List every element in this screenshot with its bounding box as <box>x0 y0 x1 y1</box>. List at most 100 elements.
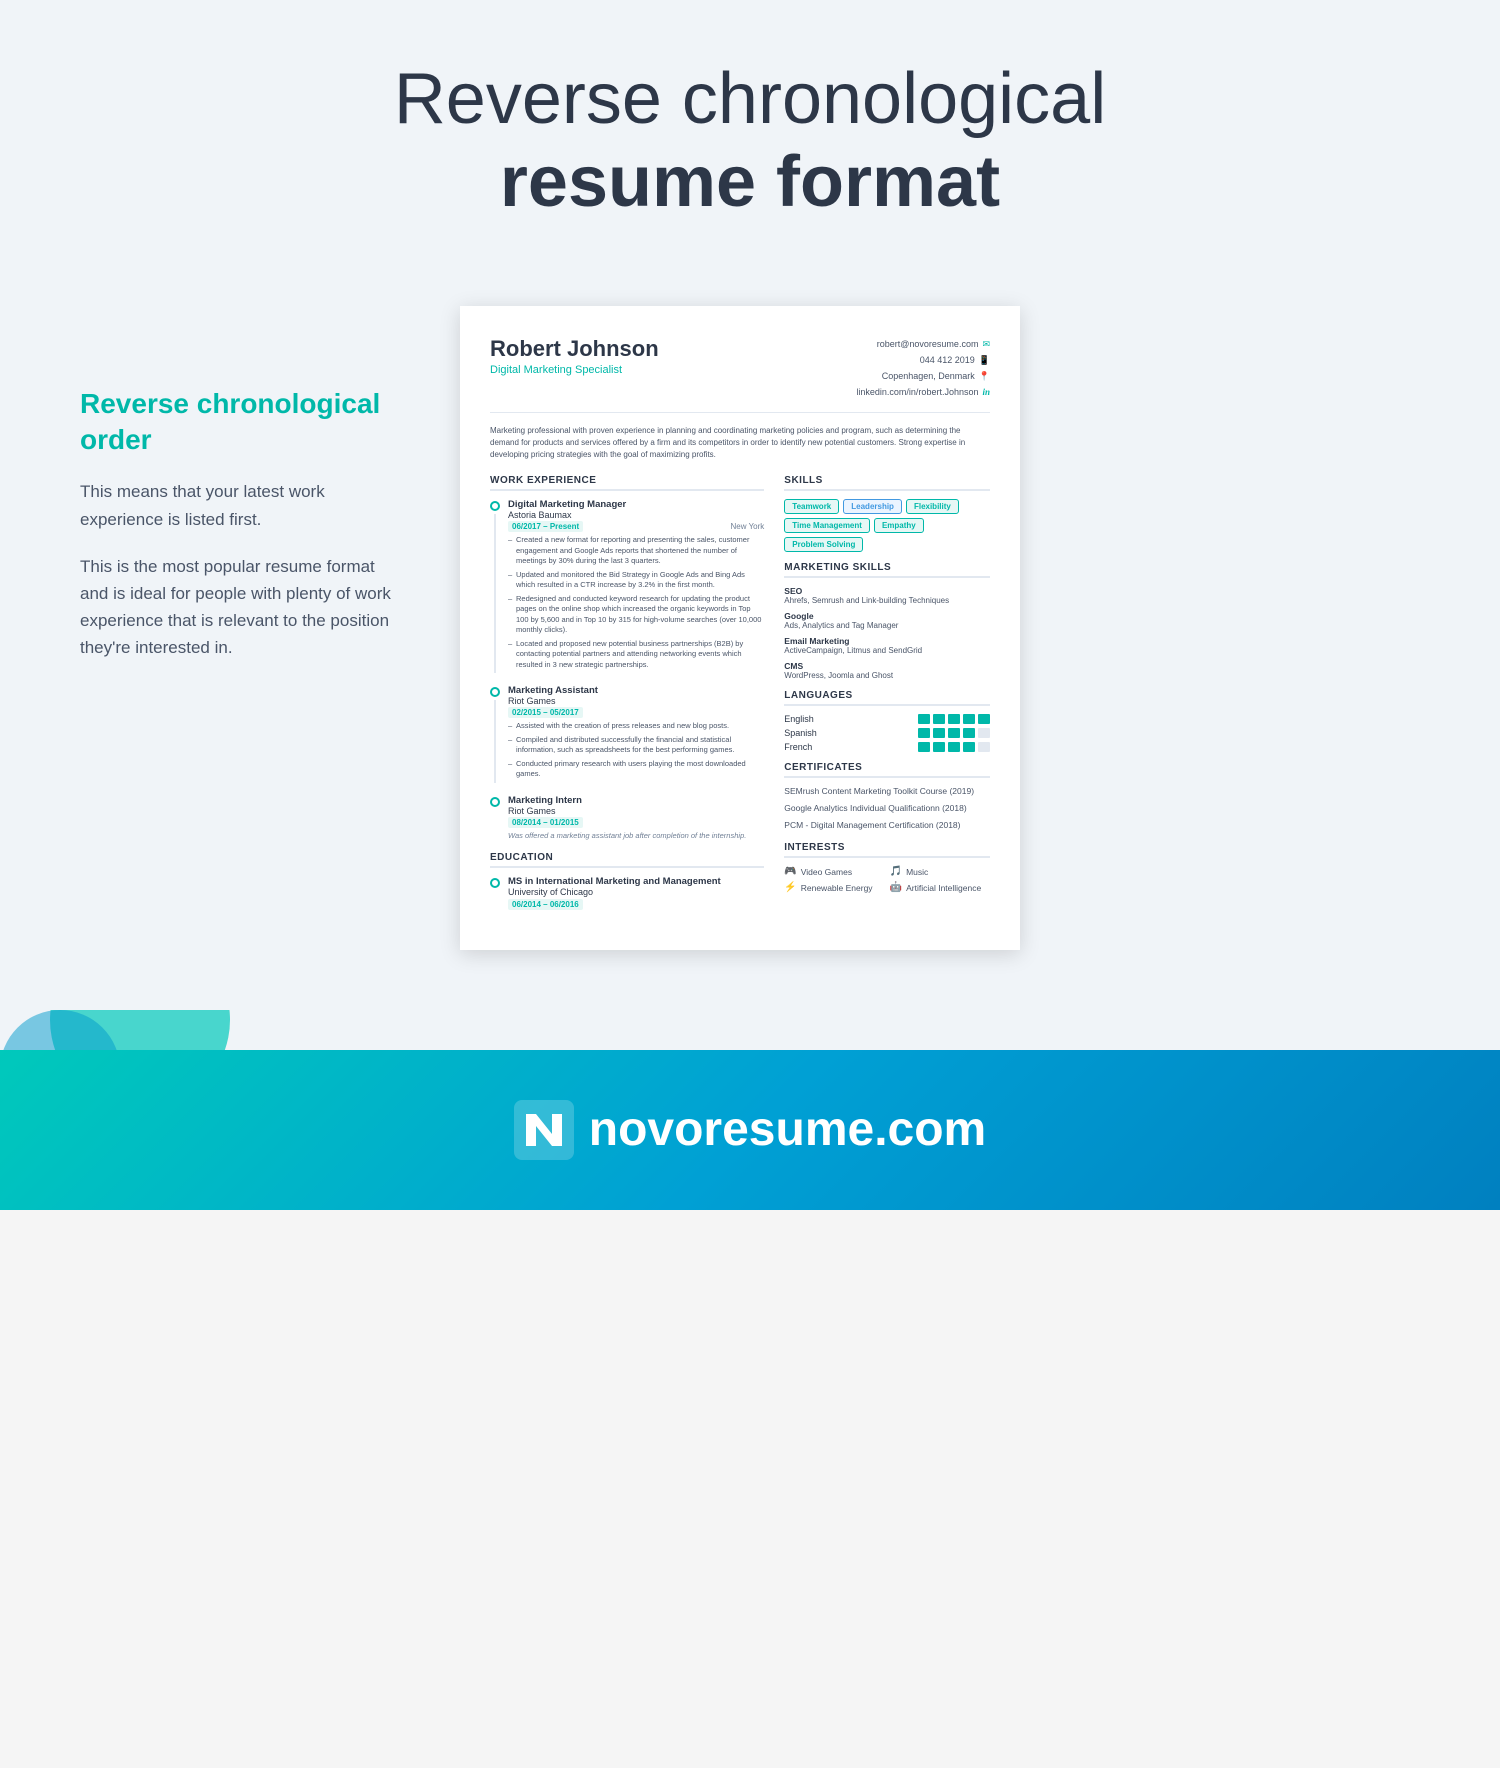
music-icon: 🎵 <box>890 866 902 877</box>
edu-dot-1 <box>490 878 500 888</box>
education-header: EDUCATION <box>490 852 764 868</box>
header-section: Reverse chronological resume format <box>0 0 1500 266</box>
annotation-title: Reverse chronological order <box>80 386 400 459</box>
lang-bar-e1 <box>918 714 930 724</box>
resume-contact: robert@novoresume.com ✉ 044 412 2019 📱 C… <box>856 336 990 401</box>
interest-renewable: ⚡ Renewable Energy <box>784 882 884 893</box>
job-line-1 <box>494 514 496 673</box>
mskill-seo-detail: Ahrefs, Semrush and Link-building Techni… <box>784 596 990 605</box>
bullet-2-3: Conducted primary research with users pl… <box>508 759 764 780</box>
left-column: WORK EXPERIENCE Digital Marketing Manage… <box>490 475 764 920</box>
job-company-2: Riot Games <box>508 696 764 706</box>
job-title-3: Marketing Intern <box>508 795 764 806</box>
cert-2: Google Analytics Individual Qualificatio… <box>784 803 990 815</box>
job-bullets-1: Created a new format for reporting and p… <box>508 535 764 670</box>
lang-bars-spanish <box>918 728 990 738</box>
job-dates-3: 08/2014 – 01/2015 <box>508 818 583 827</box>
contact-email: robert@novoresume.com <box>877 336 979 352</box>
resume-name: Robert Johnson <box>490 336 659 362</box>
job-company-1: Astoria Baumax <box>508 510 764 520</box>
contact-linkedin: linkedin.com/in/robert.Johnson <box>856 384 978 400</box>
edu-degree-1: MS in International Marketing and Manage… <box>508 876 721 887</box>
brand-container: novoresume.com <box>50 1100 1450 1160</box>
skill-problem-solving: Problem Solving <box>784 537 863 552</box>
job-meta-3: 08/2014 – 01/2015 <box>508 818 764 827</box>
job-dates-highlight-1: 06/2017 – Present <box>508 521 583 532</box>
interest-ai: 🤖 Artificial Intelligence <box>890 882 990 893</box>
email-icon: ✉ <box>982 336 990 352</box>
lang-bar-s3 <box>948 728 960 738</box>
job-entry-3: Marketing Intern Riot Games 08/2014 – 01… <box>490 795 764 840</box>
mskill-email-detail: ActiveCampaign, Litmus and SendGrid <box>784 646 990 655</box>
job-bullets-2: Assisted with the creation of press rele… <box>508 721 764 780</box>
edu-school-1: University of Chicago <box>508 887 721 897</box>
job-dot-2 <box>490 687 500 697</box>
mskill-cms-detail: WordPress, Joomla and Ghost <box>784 671 990 680</box>
lang-bar-s4 <box>963 728 975 738</box>
resume-columns: WORK EXPERIENCE Digital Marketing Manage… <box>490 475 990 920</box>
lang-bar-e5 <box>978 714 990 724</box>
resume-card: Robert Johnson Digital Marketing Special… <box>460 306 1020 950</box>
edu-entry-1: MS in International Marketing and Manage… <box>490 876 764 910</box>
interest-videogames-label: Video Games <box>801 867 852 877</box>
job-entry-2: Marketing Assistant Riot Games 02/2015 –… <box>490 685 764 783</box>
bottom-decoration <box>0 1010 1500 1050</box>
skills-tags-container: Teamwork Leadership Flexibility Time Man… <box>784 499 990 552</box>
job-title-1: Digital Marketing Manager <box>508 499 764 510</box>
lang-bar-e4 <box>963 714 975 724</box>
interest-music-label: Music <box>906 867 928 877</box>
resume-summary: Marketing professional with proven exper… <box>490 425 990 461</box>
job-dot-col-1 <box>490 499 500 673</box>
lang-bar-f2 <box>933 742 945 752</box>
job-content-1: Digital Marketing Manager Astoria Baumax… <box>508 499 764 673</box>
edu-dates-1: 06/2014 – 06/2016 <box>508 899 583 910</box>
renewable-icon: ⚡ <box>784 882 796 893</box>
lang-bar-s1 <box>918 728 930 738</box>
cert-1: SEMrush Content Marketing Toolkit Course… <box>784 786 990 798</box>
middle-section: Reverse chronological order This means t… <box>0 266 1500 1010</box>
bullet-1-4: Located and proposed new potential busin… <box>508 639 764 671</box>
annotation-para2: This is the most popular resume format a… <box>80 553 400 662</box>
mskill-seo-name: SEO <box>784 586 990 596</box>
job-dot-1 <box>490 501 500 511</box>
skills-header: SKILLS <box>784 475 990 491</box>
certificates-header: CERTIFICATES <box>784 762 990 778</box>
title-bold: resume format <box>100 139 1400 225</box>
job-dot-col-3 <box>490 795 500 840</box>
contact-location: Copenhagen, Denmark <box>882 368 975 384</box>
interest-music: 🎵 Music <box>890 866 990 877</box>
contact-phone-row: 044 412 2019 📱 <box>856 352 990 368</box>
lang-bars-english <box>918 714 990 724</box>
contact-location-row: Copenhagen, Denmark 📍 <box>856 368 990 384</box>
right-column: SKILLS Teamwork Leadership Flexibility T… <box>784 475 990 920</box>
job-company-3: Riot Games <box>508 806 764 816</box>
lang-bar-e2 <box>933 714 945 724</box>
title-light: Reverse chronological <box>100 60 1400 139</box>
bullet-1-3: Redesigned and conducted keyword researc… <box>508 594 764 636</box>
job-dates-1: 06/2017 – Present <box>508 522 583 531</box>
contact-email-row: robert@novoresume.com ✉ <box>856 336 990 352</box>
job-dot-col-2 <box>490 685 500 783</box>
mskill-email: Email Marketing ActiveCampaign, Litmus a… <box>784 636 990 655</box>
job-dates-highlight-3: 08/2014 – 01/2015 <box>508 817 583 828</box>
lang-bar-e3 <box>948 714 960 724</box>
work-experience-header: WORK EXPERIENCE <box>490 475 764 491</box>
cert-3: PCM - Digital Management Certification (… <box>784 820 990 832</box>
skill-flexibility: Flexibility <box>906 499 959 514</box>
resume-job-title: Digital Marketing Specialist <box>490 364 659 376</box>
resume-header: Robert Johnson Digital Marketing Special… <box>490 336 990 414</box>
job-content-3: Marketing Intern Riot Games 08/2014 – 01… <box>508 795 764 840</box>
lang-french: French <box>784 742 834 752</box>
bullet-1-2: Updated and monitored the Bid Strategy i… <box>508 570 764 591</box>
lang-row-spanish: Spanish <box>784 728 990 738</box>
mskill-google-name: Google <box>784 611 990 621</box>
job-dot-3 <box>490 797 500 807</box>
interest-videogames: 🎮 Video Games <box>784 866 884 877</box>
ai-icon: 🤖 <box>890 882 902 893</box>
bullet-2-2: Compiled and distributed successfully th… <box>508 735 764 756</box>
phone-icon: 📱 <box>979 352 990 368</box>
mskill-email-name: Email Marketing <box>784 636 990 646</box>
job-meta-1: 06/2017 – Present New York <box>508 522 764 531</box>
lang-row-english: English <box>784 714 990 724</box>
edu-content-1: MS in International Marketing and Manage… <box>508 876 721 910</box>
